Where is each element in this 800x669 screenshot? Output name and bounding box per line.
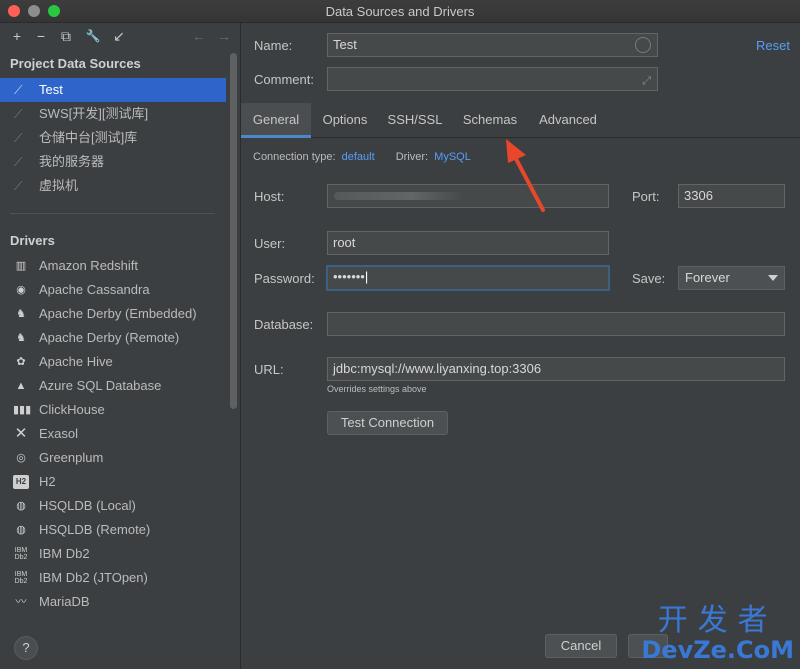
database-label: Database: — [254, 317, 314, 332]
forward-arrow-icon[interactable]: → — [215, 27, 233, 45]
user-field[interactable]: root — [327, 231, 609, 255]
driver-link[interactable]: MySQL — [434, 151, 471, 163]
url-label: URL: — [254, 362, 284, 377]
connection-type-link[interactable]: default — [342, 151, 375, 163]
comment-field[interactable]: ⤢ — [327, 67, 658, 91]
driver-item[interactable]: ▲ Azure SQL Database — [0, 374, 226, 398]
wrench-icon[interactable]: 🔧 — [84, 27, 102, 45]
watermark-cn: 开发者 — [657, 603, 778, 638]
redshift-icon: ▥ — [15, 260, 27, 272]
chevron-down-icon — [768, 275, 778, 281]
host-field[interactable] — [327, 184, 609, 208]
data-source-item[interactable]: ⟋ SWS[开发][测试库] — [0, 102, 226, 126]
remove-icon[interactable]: − — [32, 27, 50, 45]
port-label: Port: — [632, 189, 660, 204]
driver-item[interactable]: ✿ Apache Hive — [0, 350, 226, 374]
watermark: 开发者 DevZe.CoM — [641, 603, 794, 664]
text-cursor: | — [364, 269, 369, 284]
tab-general[interactable]: General — [241, 103, 311, 138]
window-title: Data Sources and Drivers — [325, 4, 475, 19]
expand-icon[interactable]: ⤢ — [642, 70, 651, 92]
reset-link[interactable]: Reset — [756, 38, 790, 53]
sidebar: + − ⧉ 🔧 ↙ ← → Project Data Sources ⟋ Tes… — [0, 23, 241, 669]
url-field[interactable]: jdbc:mysql://www.liyanxing.top:3306 — [327, 357, 785, 381]
driver-label: Driver: — [395, 151, 429, 163]
driver-item[interactable]: 〰 MariaDB — [0, 590, 226, 614]
cancel-button[interactable]: Cancel — [545, 634, 617, 658]
window-titlebar: Data Sources and Drivers — [0, 0, 800, 23]
host-label: Host: — [254, 189, 285, 204]
azure-icon: ▲ — [15, 380, 27, 392]
save-label: Save: — [632, 271, 666, 286]
url-hint: Overrides settings above — [327, 384, 427, 394]
tab-schemas[interactable]: Schemas — [451, 103, 529, 137]
user-label: User: — [254, 236, 286, 251]
sidebar-scrollbar-thumb[interactable] — [230, 53, 237, 409]
data-source-item[interactable]: ⟋ 仓储中台[测试]库 — [0, 126, 226, 150]
watermark-en: DevZe.CoM — [641, 636, 794, 664]
cassandra-icon: ◉ — [16, 284, 26, 296]
test-connection-button[interactable]: Test Connection — [327, 411, 448, 435]
driver-item[interactable]: ♞ Apache Derby (Remote) — [0, 326, 226, 350]
hsqldb-icon: ◍ — [16, 500, 26, 512]
database-field[interactable] — [327, 312, 785, 336]
project-data-sources-heading: Project Data Sources — [10, 56, 141, 71]
data-source-item[interactable]: ⟋ 我的服务器 — [0, 150, 226, 174]
drivers-heading: Drivers — [10, 233, 55, 248]
driver-item[interactable]: ◍ HSQLDB (Remote) — [0, 518, 226, 542]
sidebar-scrollbar[interactable] — [228, 53, 238, 443]
datasource-icon: ⟋ — [14, 179, 23, 193]
clickhouse-icon: ▮▮▮ — [13, 404, 32, 416]
save-dropdown[interactable]: Forever — [678, 266, 785, 290]
copy-icon[interactable]: ⧉ — [57, 27, 75, 45]
color-circle-icon[interactable] — [635, 37, 651, 53]
driver-item[interactable]: ◉ Apache Cassandra — [0, 278, 226, 302]
tab-ssh-ssl[interactable]: SSH/SSL — [379, 103, 451, 137]
add-icon[interactable]: + — [8, 27, 26, 45]
connection-type-label: Connection type: — [253, 151, 336, 163]
main-panel: Name: Test Reset Comment: ⤢ General Opti… — [241, 23, 800, 669]
back-arrow-icon[interactable]: ← — [190, 27, 208, 45]
driver-item[interactable]: H2 H2 — [0, 470, 226, 494]
sidebar-toolbar: + − ⧉ 🔧 ↙ ← → — [0, 23, 240, 51]
db2-icon: IBM Db2 — [14, 547, 28, 561]
import-icon[interactable]: ↙ — [110, 27, 128, 45]
datasource-icon: ⟋ — [14, 155, 23, 169]
derby-icon: ♞ — [16, 308, 26, 320]
connection-info: Connection type: default Driver: MySQL — [253, 151, 471, 163]
password-label: Password: — [254, 271, 315, 286]
db2-icon: IBM Db2 — [14, 571, 28, 585]
sidebar-divider — [10, 213, 215, 214]
datasource-icon: ⟋ — [14, 107, 23, 121]
datasource-icon: ⟋ — [14, 131, 23, 145]
driver-item[interactable]: IBM Db2 IBM Db2 (JTOpen) — [0, 566, 226, 590]
port-field[interactable]: 3306 — [678, 184, 785, 208]
h2-icon: H2 — [13, 475, 29, 489]
driver-item[interactable]: ◍ HSQLDB (Local) — [0, 494, 226, 518]
help-button[interactable]: ? — [14, 636, 38, 660]
hsqldb-icon: ◍ — [16, 524, 26, 536]
tab-advanced[interactable]: Advanced — [529, 103, 607, 137]
driver-item[interactable]: ▮▮▮ ClickHouse — [0, 398, 226, 422]
driver-item[interactable]: IBM Db2 IBM Db2 — [0, 542, 226, 566]
driver-item[interactable]: ▥ Amazon Redshift — [0, 254, 226, 278]
greenplum-icon: ◎ — [16, 452, 26, 464]
data-source-item[interactable]: ⟋ 虚拟机 — [0, 174, 226, 198]
tab-options[interactable]: Options — [311, 103, 379, 137]
hive-icon: ✿ — [16, 356, 26, 368]
annotation-arrow-icon — [506, 139, 545, 212]
host-redacted-value — [334, 192, 464, 200]
exasol-icon: ✕ — [14, 425, 28, 442]
name-label: Name: — [254, 38, 293, 53]
driver-item[interactable]: ✕ Exasol — [0, 422, 226, 446]
comment-label: Comment: — [254, 72, 314, 87]
password-field[interactable]: •••••••| — [326, 265, 610, 291]
data-source-item[interactable]: ⟋ Test — [0, 78, 226, 102]
mariadb-icon: 〰 — [15, 596, 27, 608]
driver-item[interactable]: ◎ Greenplum — [0, 446, 226, 470]
derby-icon: ♞ — [16, 332, 26, 344]
name-field[interactable]: Test — [327, 33, 658, 57]
driver-item[interactable]: ♞ Apache Derby (Embedded) — [0, 302, 226, 326]
datasource-icon: ⟋ — [14, 83, 23, 97]
